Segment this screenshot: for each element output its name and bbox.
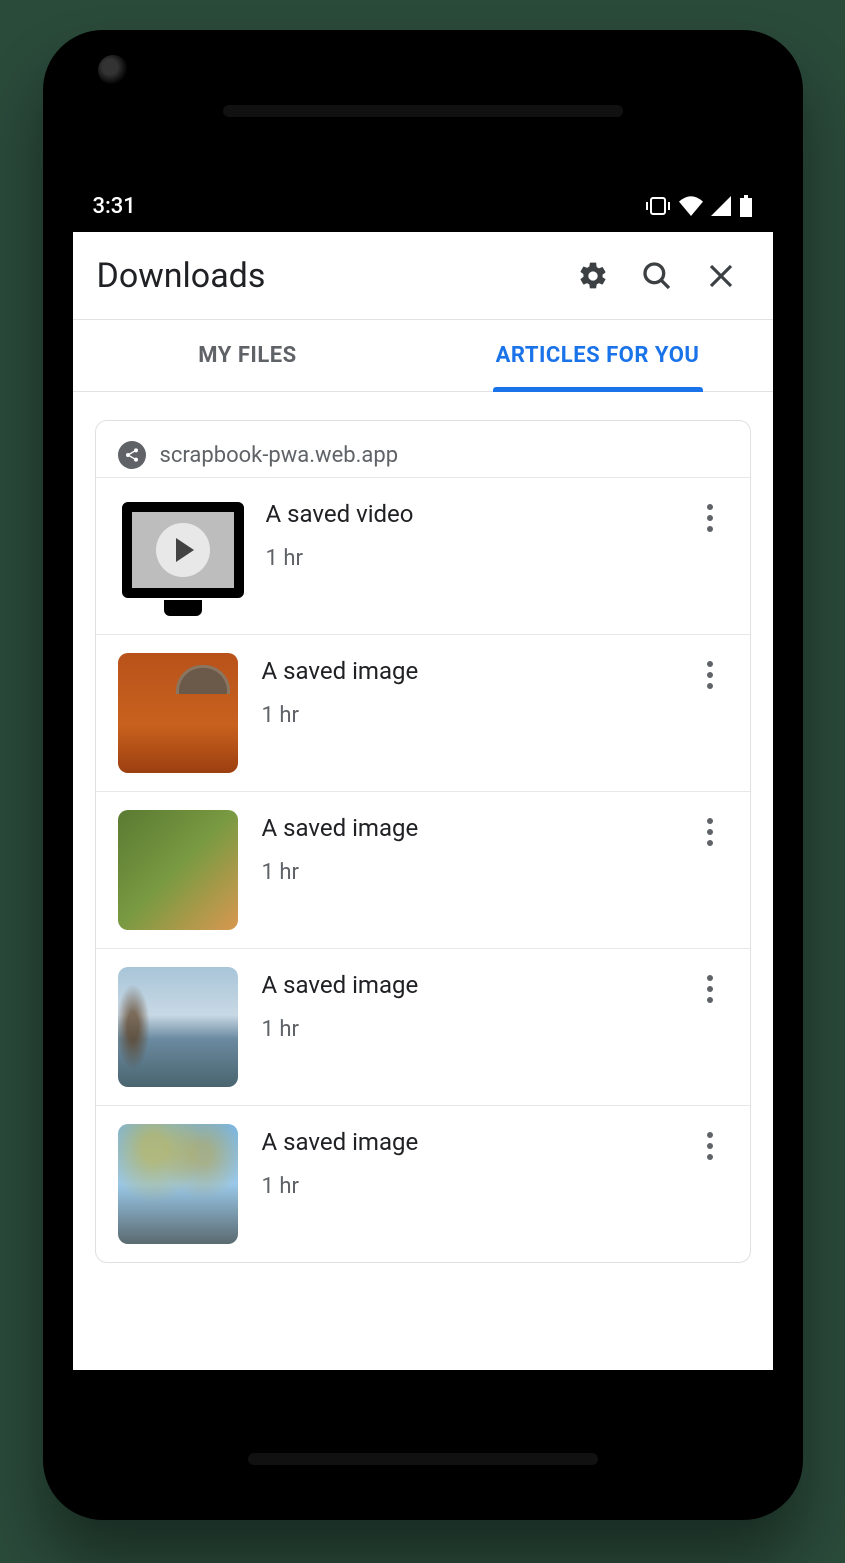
image-thumbnail: [118, 810, 238, 930]
item-more-button[interactable]: [692, 657, 728, 693]
tab-label: ARTICLES FOR YOU: [496, 343, 700, 368]
item-title: A saved image: [262, 657, 692, 685]
image-thumbnail: [118, 967, 238, 1087]
share-chip: [118, 441, 146, 469]
screen: 3:31 Downloads MY FILES: [73, 180, 773, 1370]
source-row: scrapbook-pwa.web.app: [96, 421, 750, 477]
search-button[interactable]: [629, 248, 685, 304]
close-button[interactable]: [693, 248, 749, 304]
list-item[interactable]: A saved image 1 hr: [96, 634, 750, 791]
image-thumbnail: [118, 653, 238, 773]
search-icon: [641, 260, 673, 292]
share-icon: [124, 447, 140, 463]
settings-button[interactable]: [565, 248, 621, 304]
list-item[interactable]: A saved image 1 hr: [96, 948, 750, 1105]
wifi-icon: [679, 196, 703, 216]
app-header: Downloads: [73, 232, 773, 320]
more-vert-icon: [707, 661, 713, 689]
tab-my-files[interactable]: MY FILES: [73, 320, 423, 391]
item-title: A saved image: [262, 814, 692, 842]
item-more-button[interactable]: [692, 971, 728, 1007]
tab-articles-for-you[interactable]: ARTICLES FOR YOU: [423, 320, 773, 391]
tab-label: MY FILES: [198, 343, 296, 368]
item-time: 1 hr: [262, 1174, 692, 1199]
status-bar: 3:31: [73, 180, 773, 232]
list-item[interactable]: A saved image 1 hr: [96, 791, 750, 948]
more-vert-icon: [707, 975, 713, 1003]
more-vert-icon: [707, 504, 713, 532]
list-item[interactable]: A saved image 1 hr: [96, 1105, 750, 1262]
battery-icon: [739, 195, 753, 217]
content-area: scrapbook-pwa.web.app A saved video 1 hr: [73, 392, 773, 1370]
item-title: A saved video: [266, 500, 692, 528]
item-title: A saved image: [262, 1128, 692, 1156]
article-card: scrapbook-pwa.web.app A saved video 1 hr: [95, 420, 751, 1263]
item-more-button[interactable]: [692, 500, 728, 536]
list-item[interactable]: A saved video 1 hr: [96, 477, 750, 634]
more-vert-icon: [707, 1132, 713, 1160]
page-title: Downloads: [97, 256, 557, 296]
close-icon: [706, 261, 736, 291]
more-vert-icon: [707, 818, 713, 846]
cell-signal-icon: [711, 196, 731, 216]
vibrate-icon: [645, 196, 671, 216]
item-time: 1 hr: [266, 546, 692, 571]
source-text: scrapbook-pwa.web.app: [160, 443, 399, 468]
item-time: 1 hr: [262, 703, 692, 728]
item-time: 1 hr: [262, 1017, 692, 1042]
image-thumbnail: [118, 1124, 238, 1244]
item-more-button[interactable]: [692, 1128, 728, 1164]
status-icons: [645, 195, 753, 217]
video-thumbnail: [118, 496, 248, 616]
item-more-button[interactable]: [692, 814, 728, 850]
status-time: 3:31: [93, 194, 136, 219]
item-title: A saved image: [262, 971, 692, 999]
item-time: 1 hr: [262, 860, 692, 885]
gear-icon: [577, 260, 609, 292]
tabs: MY FILES ARTICLES FOR YOU: [73, 320, 773, 392]
phone-frame: 3:31 Downloads MY FILES: [43, 30, 803, 1520]
